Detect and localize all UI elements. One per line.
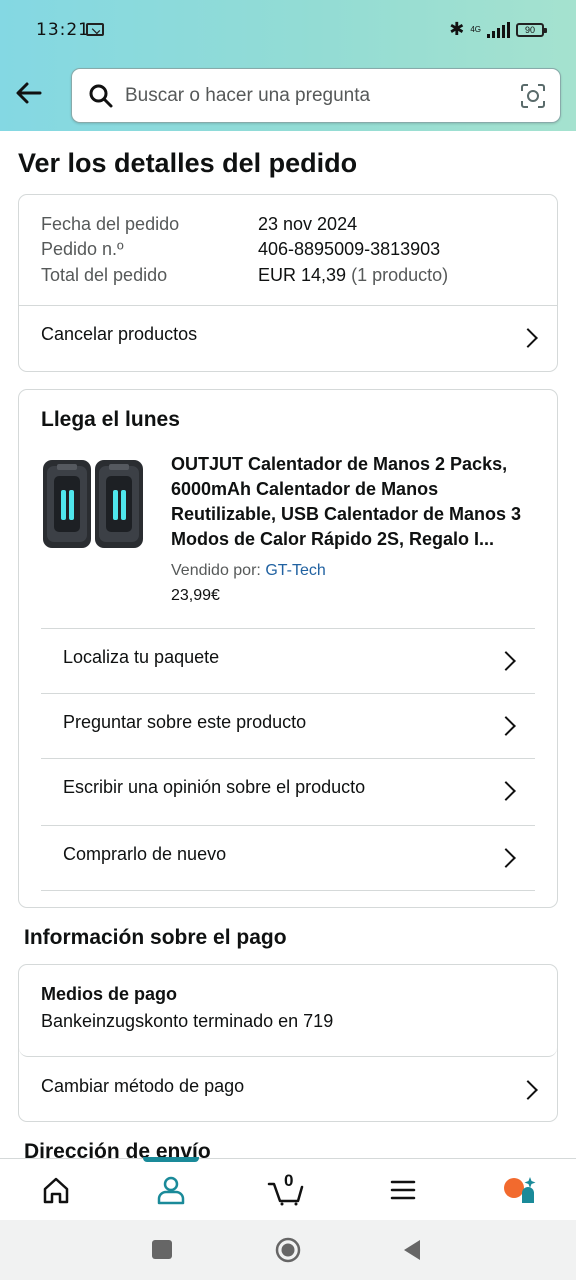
action-label: Preguntar sobre este producto xyxy=(63,712,307,732)
chevron-right-icon xyxy=(496,716,516,736)
home-button[interactable] xyxy=(274,1236,302,1264)
recent-apps-button[interactable] xyxy=(152,1240,172,1259)
order-total-value: EUR 14,39 (1 producto) xyxy=(258,265,448,286)
system-icons: ✱ 4G 90 xyxy=(449,19,547,40)
ask-product-question-row[interactable]: Preguntar sobre este producto xyxy=(19,693,557,759)
delivery-heading: Llega el lunes xyxy=(41,408,180,431)
shipment-card: Llega el lunes OUTJUT Calentador de Mano… xyxy=(18,389,558,908)
chevron-right-icon xyxy=(496,781,516,801)
message-notification-icon xyxy=(86,23,104,36)
seller-info: Vendido por: GT-Tech xyxy=(171,562,326,580)
search-placeholder: Buscar o hacer una pregunta xyxy=(125,85,371,106)
app-header: 13:21 ✱ 4G 90 Buscar o hacer una pregunt… xyxy=(0,0,576,131)
order-date-label: Fecha del pedido xyxy=(41,214,180,234)
network-type: 4G xyxy=(470,24,481,34)
action-label: Escribir una opinión sobre el producto xyxy=(63,777,366,797)
chevron-right-icon xyxy=(518,328,538,348)
divider xyxy=(41,890,535,891)
cancel-products-label: Cancelar productos xyxy=(41,324,198,344)
status-bar: 13:21 ✱ 4G 90 xyxy=(0,0,576,60)
cancel-products-row[interactable]: Cancelar productos xyxy=(19,305,557,371)
payment-method-value: Bankeinzugskonto terminado en 719 xyxy=(41,1011,334,1031)
page-title: Ver los detalles del pedido xyxy=(18,148,358,178)
search-icon xyxy=(89,84,113,108)
search-input[interactable]: Buscar o hacer una pregunta xyxy=(71,68,561,123)
payment-method-label: Medios de pago xyxy=(41,984,178,1004)
change-payment-label: Cambiar método de pago xyxy=(41,1076,245,1096)
order-total-label: Total del pedido xyxy=(41,265,168,285)
bluetooth-icon: ✱ xyxy=(449,19,465,39)
payment-method-box: Medios de pago Bankeinzugskonto terminad… xyxy=(19,965,557,1057)
payment-heading: Información sobre el pago xyxy=(24,926,287,949)
home-icon[interactable] xyxy=(36,1173,76,1207)
order-date-value: 23 nov 2024 xyxy=(258,214,358,234)
battery-icon: 90 xyxy=(516,22,547,37)
account-icon[interactable] xyxy=(151,1173,191,1207)
order-summary-card: Fecha del pedido 23 nov 2024 Pedido n.º … xyxy=(18,194,558,372)
cart-count: 0 xyxy=(284,1171,294,1190)
seller-link[interactable]: GT-Tech xyxy=(265,562,325,579)
chevron-right-icon xyxy=(496,651,516,671)
track-package-row[interactable]: Localiza tu paquete xyxy=(19,628,557,694)
seller-label: Vendido por: xyxy=(171,562,261,579)
buy-again-row[interactable]: Comprarlo de nuevo xyxy=(19,825,557,891)
payment-card: Medios de pago Bankeinzugskonto terminad… xyxy=(18,964,558,1122)
bottom-navigation: 0 xyxy=(0,1157,576,1220)
action-label: Localiza tu paquete xyxy=(63,647,220,667)
system-navigation-bar xyxy=(0,1220,576,1280)
write-review-row[interactable]: Escribir una opinión sobre el producto xyxy=(19,758,557,824)
active-tab-indicator xyxy=(143,1157,199,1162)
order-number-value: 406-8895009-3813903 xyxy=(258,239,441,259)
signal-icon xyxy=(487,21,510,38)
chevron-right-icon xyxy=(496,848,516,868)
order-total-note: (1 producto) xyxy=(351,265,449,285)
rufus-assistant-icon[interactable] xyxy=(500,1173,540,1207)
menu-icon[interactable] xyxy=(383,1173,423,1207)
product-price: 23,99€ xyxy=(171,587,220,604)
product-title[interactable]: OUTJUT Calentador de Manos 2 Packs, 6000… xyxy=(171,452,539,552)
product-image[interactable] xyxy=(41,456,145,552)
back-button[interactable] xyxy=(400,1238,422,1262)
camera-scan-icon[interactable] xyxy=(520,83,546,109)
order-total-amount: EUR 14,39 xyxy=(258,265,347,285)
order-number-label: Pedido n.º xyxy=(41,239,124,259)
back-arrow-icon[interactable] xyxy=(14,78,44,108)
chevron-right-icon xyxy=(518,1080,538,1100)
change-payment-method-row[interactable]: Cambiar método de pago xyxy=(19,1057,557,1123)
action-label: Comprarlo de nuevo xyxy=(63,844,227,864)
status-time: 13:21 xyxy=(36,20,90,40)
